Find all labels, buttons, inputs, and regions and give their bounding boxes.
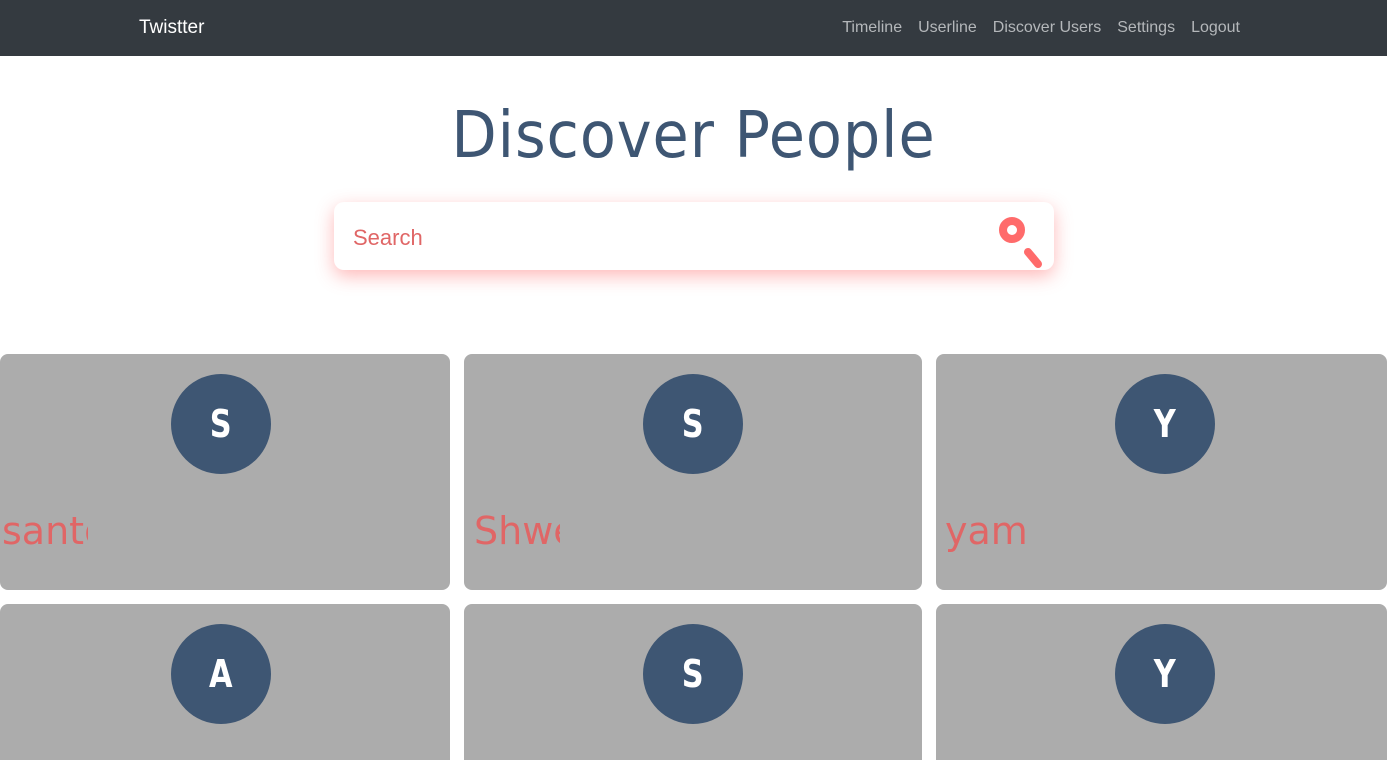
username[interactable]: santo	[2, 508, 88, 554]
user-card[interactable]: S Shwe	[464, 354, 922, 590]
avatar: A	[171, 624, 271, 724]
avatar: Y	[1115, 624, 1215, 724]
page-title: Discover People	[451, 99, 936, 173]
search-icon[interactable]	[998, 214, 1050, 270]
nav-link-settings[interactable]: Settings	[1117, 18, 1175, 40]
nav-link-userline[interactable]: Userline	[918, 18, 977, 40]
nav-link-discover-users[interactable]: Discover Users	[993, 18, 1101, 40]
user-card[interactable]: S santo	[0, 354, 450, 590]
search-box	[334, 202, 1054, 270]
user-card[interactable]: A	[0, 604, 450, 760]
nav-link-timeline[interactable]: Timeline	[842, 18, 902, 40]
nav-link-logout[interactable]: Logout	[1191, 18, 1240, 40]
user-card[interactable]: Y yam1	[936, 354, 1387, 590]
navbar: Twistter Timeline Userline Discover User…	[0, 0, 1387, 56]
search-input[interactable]	[353, 218, 993, 258]
nav-links: Timeline Userline Discover Users Setting…	[842, 18, 1240, 40]
avatar: S	[643, 374, 743, 474]
avatar: Y	[1115, 374, 1215, 474]
username[interactable]: Shwe	[474, 508, 560, 554]
user-card[interactable]: S	[464, 604, 922, 760]
avatar: S	[171, 374, 271, 474]
username[interactable]: yam1	[945, 508, 1031, 554]
brand-link[interactable]: Twistter	[139, 17, 204, 39]
user-card[interactable]: Y	[936, 604, 1387, 760]
avatar: S	[643, 624, 743, 724]
